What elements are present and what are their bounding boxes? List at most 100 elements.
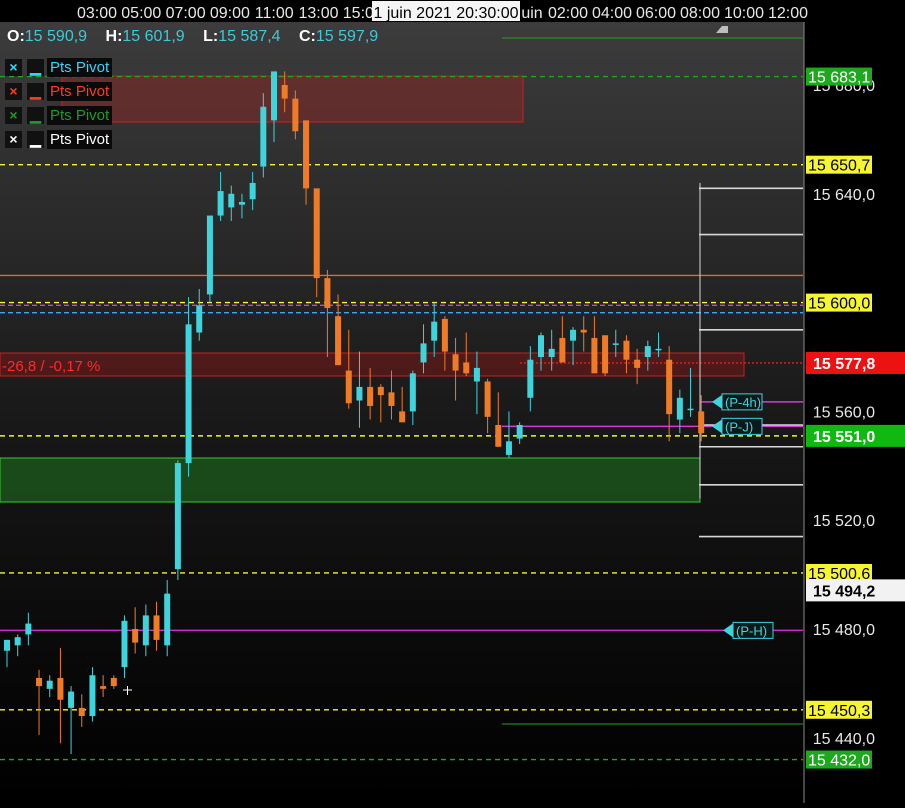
candle-body [25, 623, 32, 635]
price-tag-label: 15 600,0 [808, 296, 870, 313]
candle-body [260, 106, 267, 167]
price-scale-label: 15 640,0 [813, 187, 875, 204]
candle-body [420, 343, 427, 363]
legend-item-pivot-white[interactable]: × ▁ Pts Pivot [5, 130, 117, 149]
close-icon[interactable]: × [5, 107, 22, 124]
time-axis-label: 07:00 [166, 5, 206, 22]
candle-body [591, 337, 598, 374]
candle-body [324, 278, 331, 309]
candle-body [687, 408, 694, 411]
candle-body [46, 680, 53, 689]
candle-body [623, 340, 630, 360]
close-icon[interactable]: × [5, 131, 22, 148]
candle-body [655, 348, 662, 351]
time-axis-label: 08:00 [680, 5, 720, 22]
candle-body [153, 615, 160, 640]
legend-item-pivot-red[interactable]: × ▁ Pts Pivot [5, 82, 117, 101]
candle-body [644, 346, 651, 357]
high-value: 15 601,9 [122, 28, 185, 45]
time-axis-label: uin [521, 5, 542, 22]
candle-body [57, 677, 64, 700]
candle-body [666, 359, 673, 415]
price-tag-label: 15 683,1 [808, 70, 870, 87]
price-tag-label: 15 577,8 [813, 356, 875, 373]
pivot-tag-label: (P-4h) [725, 395, 761, 410]
candle-body [174, 463, 181, 570]
high-label: H: [105, 28, 123, 45]
candle-body [527, 359, 534, 398]
candle-body [505, 441, 512, 455]
legend-item-pivot-green[interactable]: × ▁ Pts Pivot [5, 106, 117, 125]
candle-body [345, 370, 352, 404]
time-axis-label: 13:00 [298, 5, 338, 22]
candle-body [238, 201, 245, 205]
price-tag-label: 15 432,0 [808, 753, 870, 770]
candle-body [441, 318, 448, 352]
close-label: C: [298, 28, 316, 45]
candle-body [431, 321, 438, 341]
time-axis-label: 06:00 [636, 5, 676, 22]
legend-item-pivot-cyan[interactable]: × ▁ Pts Pivot [5, 58, 117, 77]
candle-body [132, 629, 139, 643]
candle-body [473, 367, 480, 382]
minimize-icon[interactable]: ▁ [27, 83, 44, 100]
candle-body [388, 392, 395, 406]
candle-body [89, 675, 96, 717]
candle-body [356, 386, 363, 401]
candle-body [164, 593, 171, 646]
candle-body [570, 329, 577, 341]
candle-body [4, 639, 10, 651]
candle-body [303, 120, 310, 189]
price-tag-label: 15 450,3 [808, 703, 870, 720]
candle-body [313, 188, 320, 279]
time-axis-label: 03:00 [77, 5, 117, 22]
candle-body [538, 335, 544, 357]
minimize-icon[interactable]: ▁ [27, 107, 44, 124]
legend-label: Pts Pivot [47, 58, 113, 77]
time-axis-label: 05:00 [121, 5, 161, 22]
candle-body [185, 324, 192, 464]
price-tag-label: 15 650,7 [808, 158, 870, 175]
ohlc-readout: O:15 590,9 H:15 601,9 L:15 587,4 C:15 59… [7, 28, 392, 46]
candle-body [100, 686, 107, 689]
price-tag-label: 15 494,2 [813, 583, 875, 600]
candle-body [367, 386, 374, 406]
candle-body [580, 329, 587, 333]
candle-body [399, 411, 406, 423]
candle-body [121, 620, 128, 668]
candle-body [602, 335, 609, 374]
candle-body [281, 85, 288, 99]
candle-body [206, 215, 213, 295]
candle-body [68, 691, 75, 708]
candle-body [196, 305, 203, 333]
candle-body [292, 98, 299, 132]
low-label: L: [203, 28, 219, 45]
candle-body [634, 359, 641, 368]
candle-body [249, 182, 256, 200]
price-scale-label: 15 560,0 [813, 404, 875, 421]
candle-body [14, 637, 21, 646]
close-icon[interactable]: × [5, 83, 22, 100]
candle-body [36, 677, 43, 687]
minimize-icon[interactable]: ▁ [27, 59, 44, 76]
candle-body [271, 71, 277, 121]
price-chart[interactable]: -26,8 / -0,17 %(P-4h)(P-J)(P-H) 15 680,0… [0, 0, 905, 803]
close-value: 15 597,9 [315, 28, 379, 45]
close-icon[interactable]: × [5, 59, 22, 76]
price-scale-label: 15 440,0 [813, 731, 875, 748]
candle-body [217, 191, 224, 216]
candle-body [409, 373, 416, 412]
chart-window: -26,8 / -0,17 % (P-4h) (P-J) (P-H) 15 680,0… [0, 0, 905, 803]
candle-body [452, 354, 459, 371]
minimize-icon[interactable]: ▁ [27, 131, 44, 148]
candle-body [495, 425, 502, 447]
time-cursor-label: 1 juin 2021 20:30:00 [373, 5, 518, 22]
support-zone [0, 457, 701, 503]
candle-body [676, 397, 683, 420]
candle-body [463, 362, 470, 374]
change-label: -26,8 / -0,17 % [2, 358, 100, 375]
low-value: 15 587,4 [218, 28, 281, 45]
legend-label: Pts Pivot [47, 130, 113, 149]
candle-body [377, 386, 384, 396]
candle-body [516, 425, 523, 439]
